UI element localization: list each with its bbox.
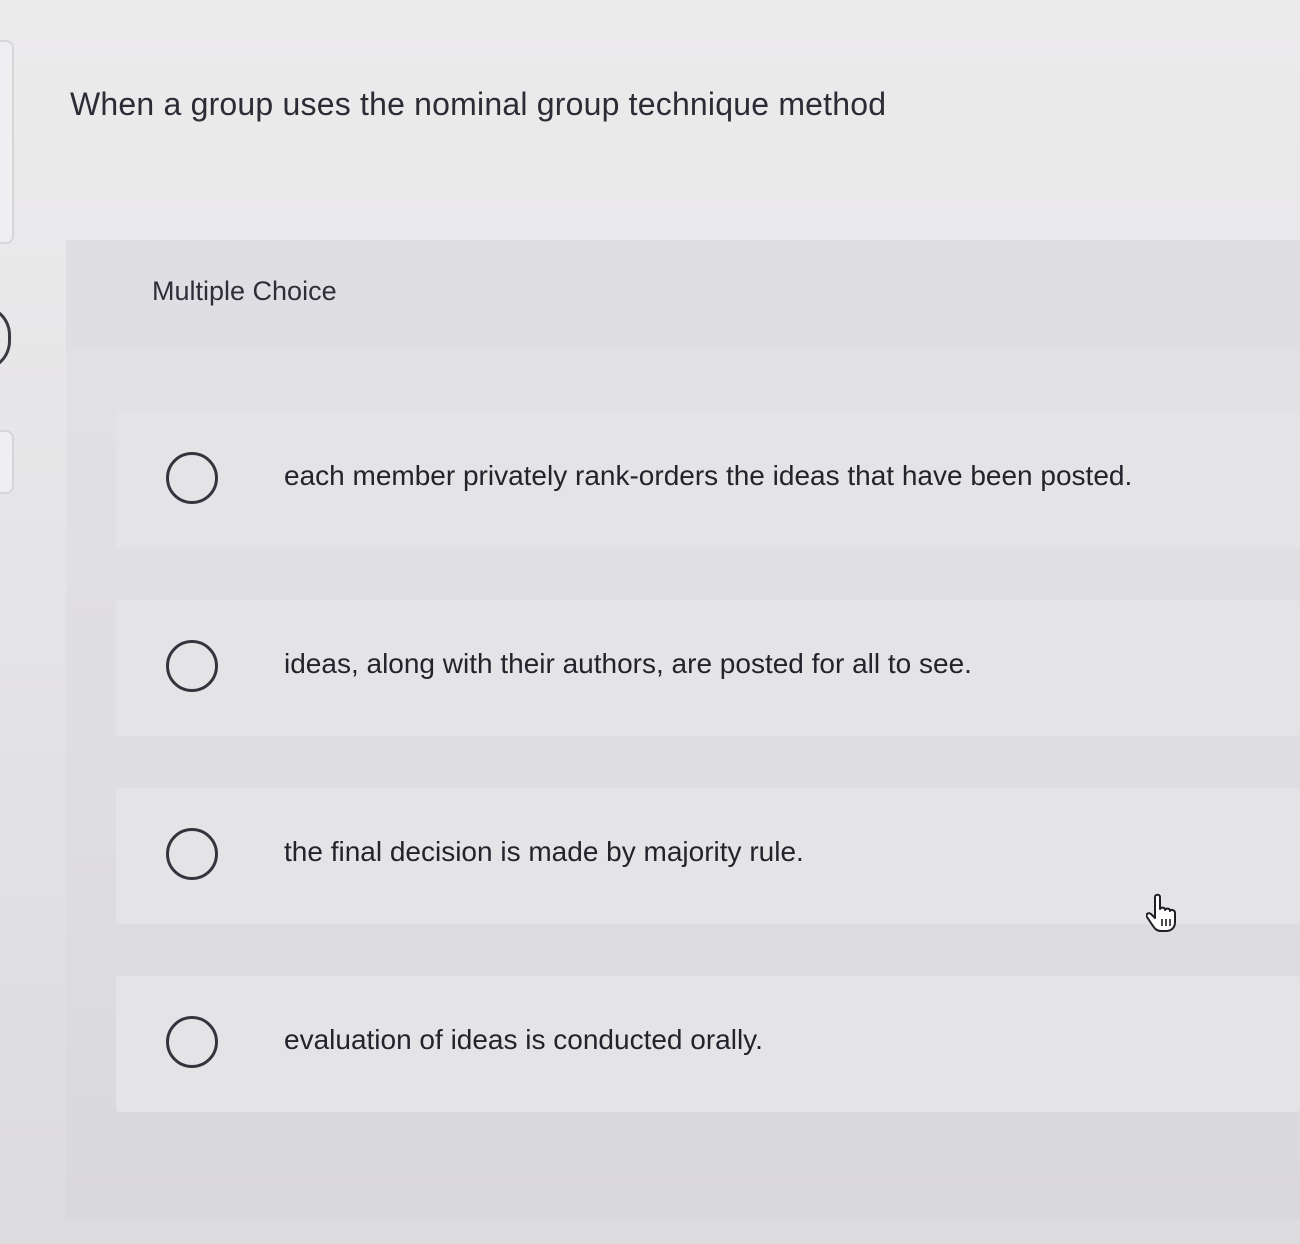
radio-button-icon[interactable] xyxy=(166,1016,218,1068)
multiple-choice-panel: Multiple Choice each member privately ra… xyxy=(66,240,1300,1220)
choice-option-text: ideas, along with their authors, are pos… xyxy=(284,648,972,679)
choice-option-text: evaluation of ideas is conducted orally. xyxy=(284,1024,763,1055)
multiple-choice-label: Multiple Choice xyxy=(152,276,337,306)
radio-button-icon[interactable] xyxy=(166,640,218,692)
choice-option-2[interactable]: ideas, along with their authors, are pos… xyxy=(116,600,1300,736)
radio-button-icon[interactable] xyxy=(166,828,218,880)
adjacent-panel-edge-lower xyxy=(0,430,14,494)
adjacent-panel-edge xyxy=(0,40,14,244)
multiple-choice-header: Multiple Choice xyxy=(66,240,1300,350)
choice-option-3[interactable]: the final decision is made by majority r… xyxy=(116,788,1300,924)
radio-button-icon[interactable] xyxy=(166,452,218,504)
question-prompt: When a group uses the nominal group tech… xyxy=(70,86,887,122)
choice-option-4[interactable]: evaluation of ideas is conducted orally. xyxy=(116,976,1300,1112)
partial-navigation-arrow-icon xyxy=(0,305,11,371)
choice-option-text: the final decision is made by majority r… xyxy=(284,836,804,867)
hand-pointer-icon xyxy=(1146,893,1176,932)
choice-option-1[interactable]: each member privately rank-orders the id… xyxy=(116,412,1300,548)
choice-option-text: each member privately rank-orders the id… xyxy=(284,460,1133,491)
